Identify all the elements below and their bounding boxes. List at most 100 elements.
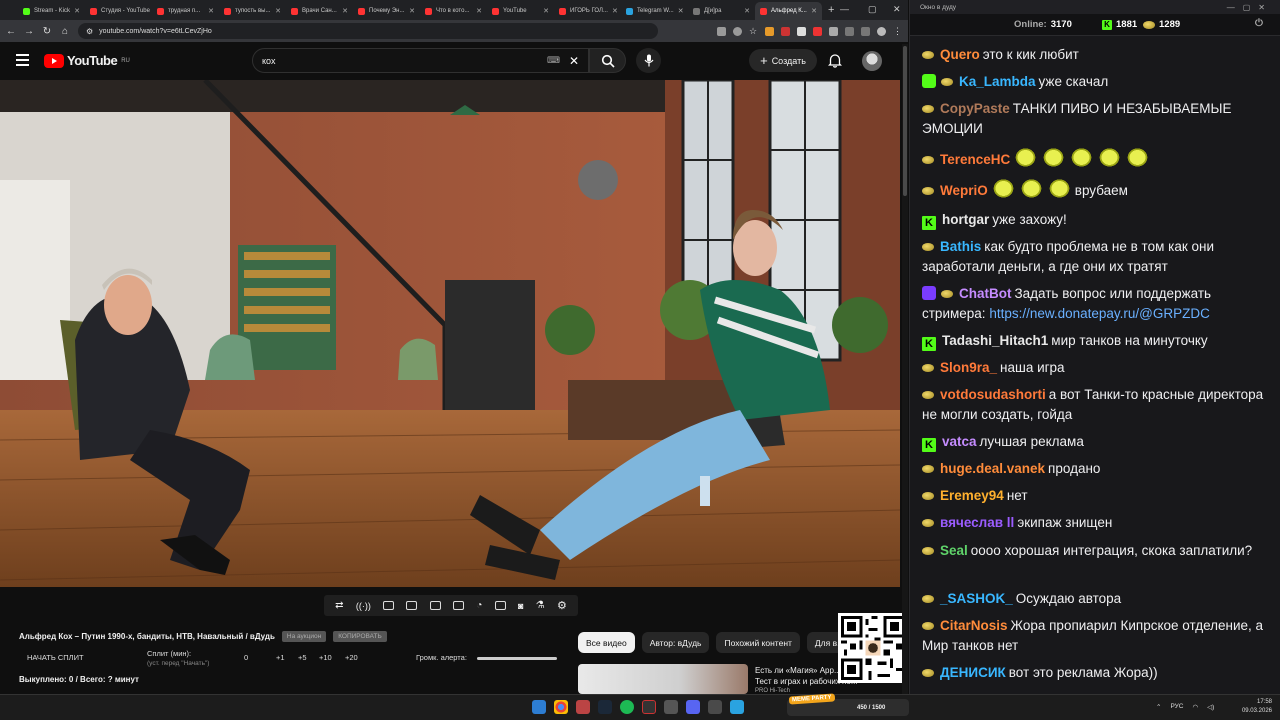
settings-gear-icon[interactable]: ⚙ xyxy=(557,599,567,612)
broadcast-icon[interactable]: ((·)) xyxy=(356,601,371,611)
youtube-logo[interactable]: YouTube RU xyxy=(44,53,130,68)
split-plus-10-button[interactable]: +10 xyxy=(319,653,332,662)
split-plus-20-button[interactable]: +20 xyxy=(345,653,358,662)
recommended-thumbnail[interactable] xyxy=(578,664,748,694)
url-field[interactable]: ⚙ youtube.com/watch?v=e6tLCevZjHo xyxy=(78,23,658,39)
extension-red-icon[interactable] xyxy=(781,26,790,36)
frame-step-icon[interactable] xyxy=(494,601,506,610)
extensions-puzzle-icon[interactable] xyxy=(829,26,838,36)
chat-username[interactable]: вячеслав ll xyxy=(940,515,1014,530)
tab-close-icon[interactable]: ✕ xyxy=(409,7,415,15)
browser-tab[interactable]: ИГОРЬ ГОЛ... ✕ xyxy=(554,2,621,20)
page-scrollbar[interactable] xyxy=(902,44,908,694)
chat-username[interactable]: TerenceHC xyxy=(940,152,1010,167)
menu-burger-icon[interactable] xyxy=(16,54,29,66)
chat-username[interactable]: CitarNosis xyxy=(940,618,1008,633)
extension-white-icon[interactable] xyxy=(797,26,806,36)
browser-tab[interactable]: Telegram W... ✕ xyxy=(621,2,688,20)
profile-icon[interactable] xyxy=(877,26,886,36)
video-player[interactable] xyxy=(0,80,900,587)
home-icon[interactable]: ⌂ xyxy=(60,26,70,37)
tab-close-icon[interactable]: ✕ xyxy=(543,7,549,15)
extension-badge-icon[interactable] xyxy=(813,26,822,36)
forward-icon[interactable]: → xyxy=(24,26,34,37)
extension-orange-icon[interactable] xyxy=(765,26,774,36)
tray-chevron-icon[interactable]: ⌃ xyxy=(1156,703,1161,711)
chat-username[interactable]: Slon9ra_ xyxy=(940,360,997,375)
taskbar-app-gray-icon[interactable] xyxy=(664,700,678,714)
chat-username[interactable]: ChatBot xyxy=(959,286,1012,301)
taskbar-app-red-icon[interactable] xyxy=(576,700,590,714)
picture-in-picture-icon[interactable] xyxy=(429,601,441,610)
file-explorer-icon[interactable] xyxy=(708,700,722,714)
start-split-button[interactable]: НАЧАТЬ СПЛИТ xyxy=(27,653,84,662)
chat-username[interactable]: Bathis xyxy=(940,239,981,254)
site-info-icon[interactable]: ⚙ xyxy=(86,27,93,36)
tab-close-icon[interactable]: ✕ xyxy=(612,7,618,15)
spotify-icon[interactable] xyxy=(620,700,634,714)
discord-icon[interactable] xyxy=(686,700,700,714)
loop-icon[interactable]: ⇄ xyxy=(335,600,343,611)
wifi-icon[interactable]: ◠ xyxy=(1192,703,1198,711)
flask-icon[interactable]: ⚗ xyxy=(536,600,545,611)
chat-username[interactable]: Tadashi_Hitach1 xyxy=(942,333,1048,348)
chip-all-videos[interactable]: Все видео xyxy=(578,632,635,653)
reload-icon[interactable]: ↻ xyxy=(42,26,52,37)
zoom-icon[interactable] xyxy=(733,26,742,36)
browser-tab[interactable]: Альфред К... ✕ xyxy=(755,2,822,20)
auction-button[interactable]: На аукцион xyxy=(281,631,327,642)
subtitles-icon[interactable] xyxy=(453,601,465,610)
back-icon[interactable]: ← xyxy=(6,26,16,37)
browser-tab[interactable]: тупость вы... ✕ xyxy=(219,2,286,20)
chat-window-controls[interactable]: —▢✕ xyxy=(1227,3,1273,12)
minimize-icon[interactable]: — xyxy=(840,4,849,14)
clip-icon[interactable] xyxy=(406,601,418,610)
chat-settings-icon[interactable]: ⏻ xyxy=(1255,18,1263,29)
chat-link[interactable]: https://new.donatepay.ru/@GRPZDC xyxy=(989,306,1210,321)
chip-similar[interactable]: Похожий контент xyxy=(716,632,800,653)
chat-username[interactable]: huge.deal.vanek xyxy=(940,461,1045,476)
tab-close-icon[interactable]: ✕ xyxy=(74,7,80,15)
split-plus-1-button[interactable]: +1 xyxy=(276,653,285,662)
download-icon[interactable] xyxy=(845,26,854,36)
menu-dots-icon[interactable]: ⋮ xyxy=(893,26,902,36)
clock[interactable]: 17:58 09.03.2026 xyxy=(1242,698,1272,716)
close-window-icon[interactable]: ✕ xyxy=(893,4,901,15)
sidebar-icon[interactable] xyxy=(861,26,870,36)
chat-username[interactable]: CopyPaste xyxy=(940,101,1010,116)
obs-icon[interactable] xyxy=(642,700,656,714)
tab-close-icon[interactable]: ✕ xyxy=(811,7,817,15)
chat-username[interactable]: Eremey94 xyxy=(940,488,1004,503)
browser-tab[interactable]: Что в кото... ✕ xyxy=(420,2,487,20)
steam-icon[interactable] xyxy=(598,700,612,714)
tab-close-icon[interactable]: ✕ xyxy=(476,7,482,15)
chat-username[interactable]: Ka_Lambda xyxy=(959,74,1036,89)
chat-username[interactable]: WepriO xyxy=(940,183,988,198)
notifications-bell-icon[interactable] xyxy=(828,53,842,68)
browser-tab[interactable]: Врачи Сан... ✕ xyxy=(286,2,353,20)
tab-close-icon[interactable]: ✕ xyxy=(342,7,348,15)
speed-icon[interactable]: ◔ xyxy=(476,600,482,611)
account-avatar[interactable] xyxy=(862,51,882,71)
chrome-icon[interactable] xyxy=(554,700,568,714)
telegram-icon[interactable] xyxy=(730,700,744,714)
chat-username[interactable]: Quero xyxy=(940,47,980,62)
chat-username[interactable]: _SASHOK_ xyxy=(940,591,1013,606)
screenshot-icon[interactable] xyxy=(717,26,726,36)
keyboard-icon[interactable]: ⌨ xyxy=(547,55,560,66)
scrollbar-thumb[interactable] xyxy=(903,46,907,196)
start-windows-icon[interactable] xyxy=(532,700,546,714)
volume-icon[interactable]: ◁) xyxy=(1207,703,1214,711)
chat-username[interactable]: hortgar xyxy=(942,212,989,227)
browser-tab[interactable]: Д[и]ра ✕ xyxy=(688,2,755,20)
tab-close-icon[interactable]: ✕ xyxy=(275,7,281,15)
browser-tab[interactable]: Студия - YouTube✕ xyxy=(85,2,152,20)
browser-tab[interactable]: Stream - Kick ✕ xyxy=(18,2,85,20)
browser-tab[interactable]: YouTube ✕ xyxy=(487,2,554,20)
search-input[interactable]: кох ⌨ ✕ xyxy=(252,48,589,73)
chat-username[interactable]: Seal xyxy=(940,543,968,558)
tab-close-icon[interactable]: ✕ xyxy=(678,7,684,15)
watch-later-icon[interactable] xyxy=(383,601,395,610)
chip-author[interactable]: Автор: вДудь xyxy=(641,632,710,653)
tab-close-icon[interactable]: ✕ xyxy=(208,7,214,15)
